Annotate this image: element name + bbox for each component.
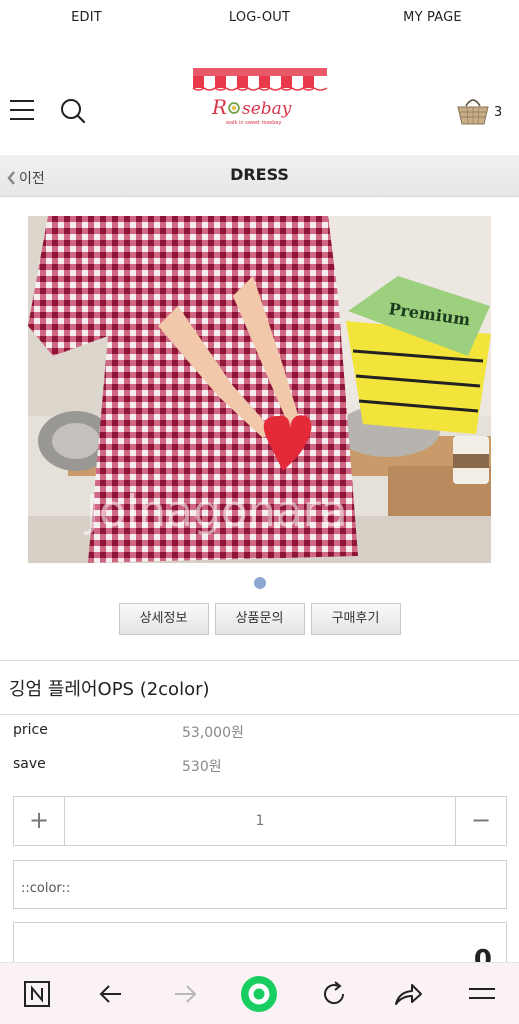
edit-link[interactable]: EDIT	[0, 0, 173, 38]
back-arrow-icon[interactable]	[89, 972, 133, 1016]
my-page-link[interactable]: MY PAGE	[346, 0, 519, 38]
product-name: 깅엄 플레어OPS (2color)	[9, 679, 210, 700]
carousel-dot-active[interactable]	[254, 577, 266, 589]
color-option-select[interactable]: ::color::	[13, 860, 507, 909]
basket-cart-icon[interactable]	[455, 94, 491, 126]
forward-arrow-icon[interactable]	[163, 972, 207, 1016]
refresh-icon[interactable]	[312, 972, 356, 1016]
save-value: 530원	[182, 759, 222, 775]
price-label: price	[13, 722, 48, 738]
site-header: R sebay walk in sweet rosebay 3	[0, 50, 519, 160]
quantity-value[interactable]: 1	[65, 797, 455, 845]
quantity-increase-button[interactable]: +	[14, 797, 65, 845]
logout-link[interactable]: LOG-OUT	[173, 0, 346, 38]
top-links: EDIT LOG-OUT MY PAGE	[0, 0, 519, 38]
home-circle-icon[interactable]	[237, 972, 281, 1016]
product-tabs: 상세정보 상품문의 구매후기	[0, 603, 519, 635]
price-value: 53,000원	[182, 725, 244, 741]
image-watermark: Joinagonara	[83, 486, 348, 537]
menu-icon[interactable]	[460, 972, 504, 1016]
cart-count-badge: 3	[494, 105, 503, 120]
tab-detail-info[interactable]: 상세정보	[118, 603, 209, 635]
svg-text:sebay: sebay	[242, 99, 292, 119]
svg-text:R: R	[211, 95, 227, 119]
logo-tagline: walk in sweet rosebay	[226, 120, 281, 126]
rosebay-logo[interactable]: R sebay walk in sweet rosebay	[190, 64, 330, 130]
naver-icon[interactable]	[15, 972, 59, 1016]
quantity-decrease-button[interactable]: −	[455, 797, 506, 845]
browser-bottom-bar	[0, 962, 519, 1024]
product-image[interactable]: Premium Joinagonara	[28, 216, 491, 563]
category-bar: 이전 DRESS	[0, 155, 519, 197]
tab-product-inquiry[interactable]: 상품문의	[214, 603, 305, 635]
quantity-stepper: + 1 −	[13, 796, 507, 846]
share-icon[interactable]	[386, 972, 430, 1016]
search-icon[interactable]	[60, 98, 86, 124]
category-title: DRESS	[230, 165, 289, 184]
product-photo: Premium Joinagonara	[28, 216, 491, 563]
divider	[0, 660, 519, 661]
tab-reviews[interactable]: 구매후기	[310, 603, 401, 635]
save-label: save	[13, 756, 46, 772]
hamburger-menu-icon[interactable]	[10, 100, 34, 120]
divider	[0, 714, 519, 715]
